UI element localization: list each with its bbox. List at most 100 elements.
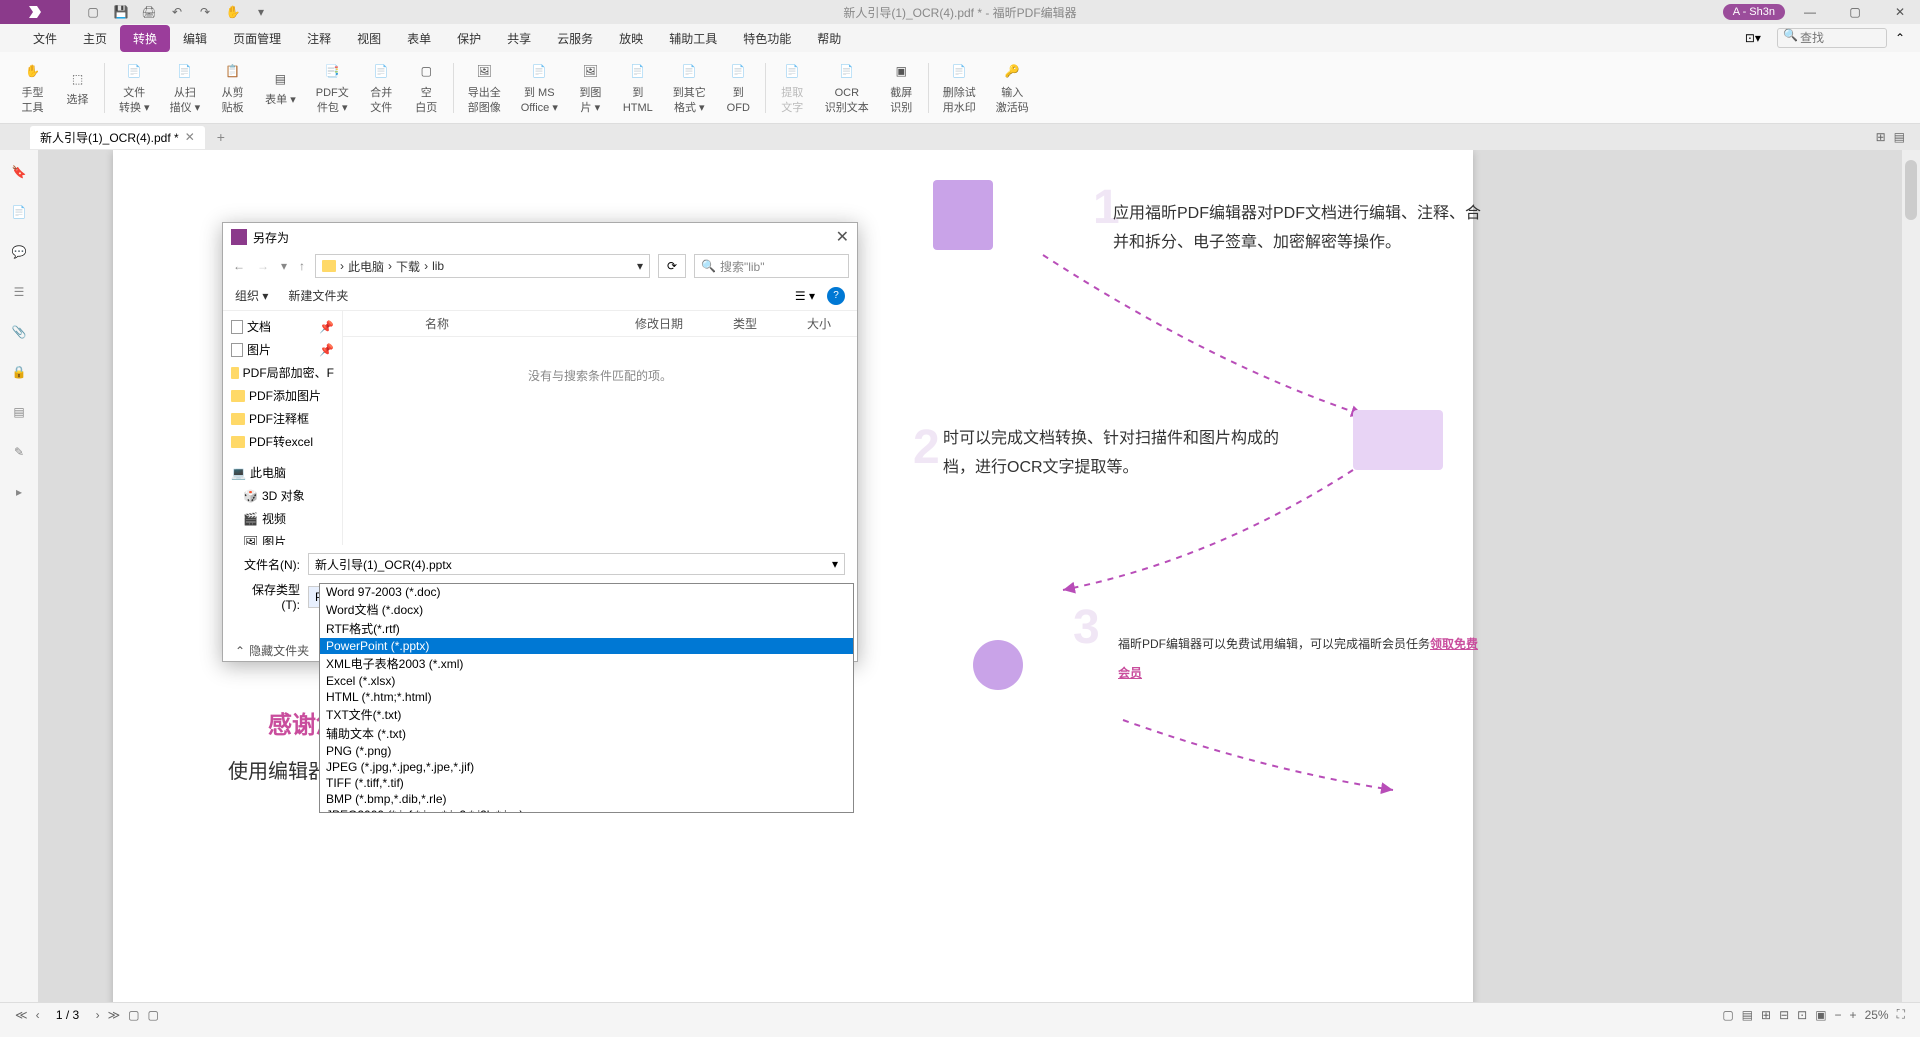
pages-icon[interactable]: 📄 <box>9 202 29 222</box>
page-nav2-icon[interactable]: ▢ <box>147 1008 158 1022</box>
prev-page-icon[interactable]: ‹ <box>36 1008 40 1022</box>
dropdown-nav-icon[interactable]: ▾ <box>279 257 289 275</box>
tree-item[interactable]: 🎲3D 对象 <box>227 484 338 507</box>
security-icon[interactable]: 🔒 <box>9 362 29 382</box>
menu-file[interactable]: 文件 <box>20 25 70 52</box>
column-size[interactable]: 大小 <box>807 315 831 332</box>
next-page-icon[interactable]: › <box>96 1008 100 1022</box>
filetype-option[interactable]: JPEG (*.jpg,*.jpeg,*.jpe,*.jif) <box>320 759 853 775</box>
layers-icon[interactable]: ☰ <box>9 282 29 302</box>
menu-comment[interactable]: 注释 <box>294 25 344 52</box>
tree-item[interactable]: PDF注释框 <box>227 407 338 430</box>
ribbon-file-convert[interactable]: 📄文件 转换 ▾ <box>109 56 160 119</box>
first-page-icon[interactable]: ≪ <box>15 1008 28 1022</box>
last-page-icon[interactable]: ≫ <box>108 1008 121 1022</box>
ribbon-export-images[interactable]: 🖼导出全 部图像 <box>458 56 511 119</box>
maximize-button[interactable]: ▢ <box>1835 0 1875 24</box>
tree-item[interactable]: PDF局部加密、F <box>227 361 338 384</box>
menu-page[interactable]: 页面管理 <box>220 25 294 52</box>
filetype-option[interactable]: Excel (*.xlsx) <box>320 673 853 689</box>
qat-dropdown-icon[interactable]: ▾ <box>253 4 269 20</box>
ribbon-select[interactable]: ⬚选择 <box>55 63 100 111</box>
user-badge[interactable]: A - Sh3n <box>1723 4 1785 20</box>
refresh-button[interactable]: ⟳ <box>658 254 686 278</box>
hide-folders-button[interactable]: 隐藏文件夹 <box>249 642 309 659</box>
ribbon-remove-watermark[interactable]: 📄删除试 用水印 <box>933 56 986 119</box>
ribbon-clipboard[interactable]: 📋从剪 贴板 <box>210 56 255 119</box>
view-mode-6-icon[interactable]: ▣ <box>1815 1008 1826 1022</box>
bookmark-icon[interactable]: 🔖 <box>9 162 29 182</box>
vertical-scrollbar[interactable] <box>1902 150 1920 1002</box>
ribbon-to-image[interactable]: 🖼到图 片 ▾ <box>568 56 613 119</box>
tree-item[interactable]: 文档📌 <box>227 315 338 338</box>
menu-convert[interactable]: 转换 <box>120 25 170 52</box>
filetype-option[interactable]: BMP (*.bmp,*.dib,*.rle) <box>320 791 853 807</box>
back-button[interactable]: ← <box>231 257 247 275</box>
ribbon-merge[interactable]: 📄合并 文件 <box>359 56 404 119</box>
comments-icon[interactable]: 💬 <box>9 242 29 262</box>
zoom-level[interactable]: 25% <box>1865 1008 1889 1022</box>
new-tab-button[interactable]: + <box>217 129 225 145</box>
ribbon-portfolio[interactable]: 📑PDF文 件包 ▾ <box>306 56 359 119</box>
tree-item[interactable]: PDF添加图片 <box>227 384 338 407</box>
tree-item[interactable]: 图片📌 <box>227 338 338 361</box>
ribbon-scanner[interactable]: 📄从扫 描仪 ▾ <box>160 56 211 119</box>
open-icon[interactable]: ▢ <box>85 4 101 20</box>
ribbon-to-ofd[interactable]: 📄到 OFD <box>716 56 761 119</box>
filetype-option[interactable]: Word文档 (*.docx) <box>320 600 853 619</box>
hand-icon[interactable]: ✋ <box>225 4 241 20</box>
scrollbar-thumb[interactable] <box>1905 160 1917 220</box>
menu-share[interactable]: 共享 <box>494 25 544 52</box>
up-button[interactable]: ↑ <box>297 257 307 275</box>
signatures-icon[interactable]: ✎ <box>9 442 29 462</box>
ribbon-extract-text[interactable]: 📄提取 文字 <box>770 56 815 119</box>
file-list[interactable]: 名称 修改日期 类型 大小 没有与搜索条件匹配的项。 <box>343 311 857 545</box>
new-folder-button[interactable]: 新建文件夹 <box>288 287 348 304</box>
ribbon-ocr[interactable]: 📄OCR 识别文本 <box>815 56 879 119</box>
zoom-in-icon[interactable]: + <box>1850 1008 1857 1022</box>
ribbon-activate[interactable]: 🔑输入 激活码 <box>986 56 1039 119</box>
more-icon[interactable]: ▸ <box>9 482 29 502</box>
menu-home[interactable]: 主页 <box>70 25 120 52</box>
menu-protect[interactable]: 保护 <box>444 25 494 52</box>
view-mode-icon[interactable]: ⊞ <box>1876 130 1886 144</box>
attachments-icon[interactable]: 📎 <box>9 322 29 342</box>
column-type[interactable]: 类型 <box>733 315 757 332</box>
menu-features[interactable]: 特色功能 <box>730 25 804 52</box>
filetype-option[interactable]: HTML (*.htm;*.html) <box>320 689 853 705</box>
dialog-close-button[interactable]: ✕ <box>836 227 849 247</box>
save-icon[interactable]: 💾 <box>113 4 129 20</box>
organize-button[interactable]: 组织 ▾ <box>235 287 268 304</box>
document-tab[interactable]: 新人引导(1)_OCR(4).pdf * ✕ <box>30 126 205 149</box>
view-mode-4-icon[interactable]: ⊟ <box>1779 1008 1789 1022</box>
ribbon-blank[interactable]: ▢空 白页 <box>404 56 449 119</box>
page-number-input[interactable] <box>48 1008 88 1022</box>
view-mode-1-icon[interactable]: ▢ <box>1722 1008 1733 1022</box>
close-button[interactable]: ✕ <box>1880 0 1920 24</box>
column-name[interactable]: 名称 <box>425 315 585 332</box>
zoom-out-icon[interactable]: − <box>1835 1008 1842 1022</box>
menu-play[interactable]: 放映 <box>606 25 656 52</box>
tree-item[interactable]: PDF转excel <box>227 430 338 453</box>
filename-input[interactable]: 新人引导(1)_OCR(4).pptx ▾ <box>308 553 845 575</box>
column-date[interactable]: 修改日期 <box>635 315 683 332</box>
undo-icon[interactable]: ↶ <box>169 4 185 20</box>
view-options-icon[interactable]: ☰ ▾ <box>795 289 815 303</box>
view-mode-2-icon[interactable]: ▤ <box>1742 1008 1753 1022</box>
folder-tree[interactable]: 文档📌 图片📌 PDF局部加密、F PDF添加图片 PDF注释框 PDF转exc… <box>223 311 343 545</box>
tree-item-pc[interactable]: 💻此电脑 <box>227 461 338 484</box>
print-icon[interactable]: 🖨 <box>141 4 157 20</box>
filetype-option[interactable]: XML电子表格2003 (*.xml) <box>320 654 853 673</box>
lang-icon[interactable]: ⊡▾ <box>1745 31 1761 45</box>
fullscreen-icon[interactable]: ⛶ <box>1897 1007 1905 1022</box>
menu-cloud[interactable]: 云服务 <box>544 25 606 52</box>
filetype-option[interactable]: PNG (*.png) <box>320 743 853 759</box>
redo-icon[interactable]: ↷ <box>197 4 213 20</box>
address-bar[interactable]: › 此电脑 › 下载 › lib ▾ <box>315 254 650 278</box>
ribbon-to-html[interactable]: 📄到 HTML <box>613 56 663 119</box>
ribbon-screenshot-ocr[interactable]: ▣截屏 识别 <box>879 56 924 119</box>
ribbon-to-office[interactable]: 📄到 MS Office ▾ <box>511 56 568 119</box>
ribbon-to-other[interactable]: 📄到其它 格式 ▾ <box>663 56 716 119</box>
menu-view[interactable]: 视图 <box>344 25 394 52</box>
filetype-option[interactable]: TIFF (*.tiff,*.tif) <box>320 775 853 791</box>
